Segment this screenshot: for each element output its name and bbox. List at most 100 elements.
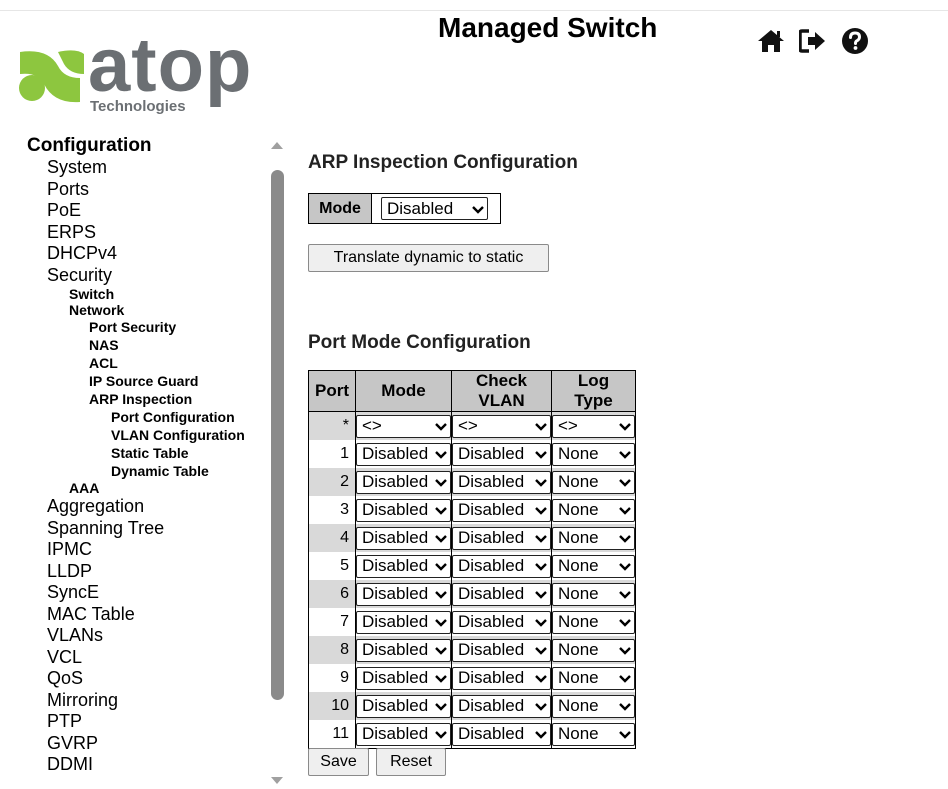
mode-select[interactable]: Disabled (356, 442, 451, 466)
scroll-up-arrow-icon[interactable] (271, 142, 283, 149)
sidebar-item-dynamic-table[interactable]: Dynamic Table (111, 462, 245, 480)
translate-dynamic-to-static-button[interactable]: Translate dynamic to static (308, 244, 549, 272)
sidebar-item-arp-inspection[interactable]: ARP Inspection (89, 390, 245, 408)
wildcard-check-vlan-select[interactable]: <> (452, 414, 551, 438)
sidebar-item-ddmi[interactable]: DDMI (47, 754, 245, 776)
check-vlan-select[interactable]: Disabled (452, 610, 551, 634)
log-type-select[interactable]: None (552, 722, 635, 746)
log-type-select[interactable]: None (552, 610, 635, 634)
help-icon[interactable] (839, 26, 871, 56)
check-vlan-select[interactable]: Disabled (452, 722, 551, 746)
reset-button[interactable]: Reset (376, 748, 446, 776)
sidebar-item-lldp[interactable]: LLDP (47, 561, 245, 583)
mode-select[interactable]: Disabled (381, 197, 488, 220)
sidebar-item-erps[interactable]: ERPS (47, 222, 245, 244)
sidebar-item-ipmc[interactable]: IPMC (47, 539, 245, 561)
logout-icon[interactable] (797, 26, 829, 56)
mode-select[interactable]: Disabled (356, 694, 451, 718)
sidebar-item-network[interactable]: Network (69, 302, 245, 318)
mode-select[interactable]: Disabled (356, 554, 451, 578)
sidebar-item-gvrp[interactable]: GVRP (47, 733, 245, 755)
sidebar-item-dhcpv4[interactable]: DHCPv4 (47, 243, 245, 265)
sidebar-item-qos[interactable]: QoS (47, 668, 245, 690)
mode-select[interactable]: Disabled (356, 498, 451, 522)
sidebar-item-security[interactable]: Security (47, 265, 245, 287)
wildcard-mode-select[interactable]: <> (356, 414, 451, 438)
scroll-down-arrow-icon[interactable] (271, 777, 283, 784)
port-cell: 7 (308, 608, 356, 636)
sidebar-item-spanning-tree[interactable]: Spanning Tree (47, 518, 245, 540)
log-type-select[interactable]: None (552, 582, 635, 606)
mode-select[interactable]: Disabled (356, 582, 451, 606)
chevron-down-icon (619, 556, 631, 576)
chevron-down-icon (619, 612, 631, 632)
home-icon[interactable] (755, 26, 787, 56)
log-type-select[interactable]: None (552, 498, 635, 522)
sidebar-item-ptp[interactable]: PTP (47, 711, 245, 733)
sidebar-item-port-configuration[interactable]: Port Configuration (111, 408, 245, 426)
mode-select[interactable]: Disabled (356, 638, 451, 662)
log-type-select[interactable]: None (552, 666, 635, 690)
sidebar-scrollbar-thumb[interactable] (271, 170, 284, 700)
mode-select-value: Disabled (362, 584, 429, 603)
sidebar-item-aaa[interactable]: AAA (69, 480, 245, 496)
check-vlan-select[interactable]: Disabled (452, 694, 551, 718)
sidebar-item-system[interactable]: System (47, 157, 245, 179)
sidebar-item-port-security[interactable]: Port Security (89, 318, 245, 336)
chevron-down-icon (535, 612, 547, 632)
check-vlan-select-value: Disabled (458, 612, 525, 631)
mode-select[interactable]: Disabled (356, 526, 451, 550)
mode-select[interactable]: Disabled (356, 722, 451, 746)
chevron-down-icon (435, 640, 447, 660)
sidebar-item-ip-source-guard[interactable]: IP Source Guard (89, 372, 245, 390)
sidebar-nav: Configuration System Ports PoE ERPS DHCPv4 Sec… (27, 135, 245, 776)
check-vlan-select[interactable]: Disabled (452, 442, 551, 466)
table-row: 4 Disabled Disabled None (308, 524, 636, 552)
mode-label: Mode (309, 194, 372, 223)
mode-select[interactable]: Disabled (356, 470, 451, 494)
sidebar-item-mirroring[interactable]: Mirroring (47, 690, 245, 712)
sidebar-item-vlans[interactable]: VLANs (47, 625, 245, 647)
table-row: 1 Disabled Disabled None (308, 440, 636, 468)
sidebar-item-ports[interactable]: Ports (47, 179, 245, 201)
sidebar-item-vcl[interactable]: VCL (47, 647, 245, 669)
sidebar-item-vlan-configuration[interactable]: VLAN Configuration (111, 426, 245, 444)
column-header-mode: Mode (355, 370, 452, 412)
wildcard-log-type-select-value: <> (558, 416, 578, 435)
mode-select[interactable]: Disabled (356, 610, 451, 634)
log-type-select-value: None (558, 696, 599, 715)
sidebar-item-acl[interactable]: ACL (89, 354, 245, 372)
check-vlan-select-value: Disabled (458, 668, 525, 687)
log-type-select[interactable]: None (552, 526, 635, 550)
sidebar-item-nas[interactable]: NAS (89, 336, 245, 354)
sidebar-item-static-table[interactable]: Static Table (111, 444, 245, 462)
log-type-select[interactable]: None (552, 554, 635, 578)
check-vlan-select[interactable]: Disabled (452, 470, 551, 494)
check-vlan-select[interactable]: Disabled (452, 526, 551, 550)
chevron-down-icon (435, 416, 447, 436)
mode-select[interactable]: Disabled (356, 666, 451, 690)
log-type-select[interactable]: None (552, 638, 635, 662)
sidebar-item-aggregation[interactable]: Aggregation (47, 496, 245, 518)
chevron-down-icon (535, 584, 547, 604)
check-vlan-select[interactable]: Disabled (452, 666, 551, 690)
sidebar-item-mac-table[interactable]: MAC Table (47, 604, 245, 626)
sidebar-item-switch[interactable]: Switch (69, 286, 245, 302)
check-vlan-select[interactable]: Disabled (452, 638, 551, 662)
sidebar-item-synce[interactable]: SyncE (47, 582, 245, 604)
port-cell: 5 (308, 552, 356, 580)
check-vlan-select[interactable]: Disabled (452, 582, 551, 606)
log-type-select[interactable]: None (552, 470, 635, 494)
sidebar-item-configuration[interactable]: Configuration (27, 135, 245, 157)
check-vlan-select[interactable]: Disabled (452, 498, 551, 522)
log-type-select[interactable]: None (552, 694, 635, 718)
wildcard-log-type-select[interactable]: <> (552, 414, 635, 438)
check-vlan-select[interactable]: Disabled (452, 554, 551, 578)
sidebar-item-poe[interactable]: PoE (47, 200, 245, 222)
save-button[interactable]: Save (308, 748, 369, 776)
chevron-down-icon (435, 668, 447, 688)
chevron-down-icon (619, 444, 631, 464)
chevron-down-icon (619, 528, 631, 548)
log-type-select[interactable]: None (552, 442, 635, 466)
table-row: 10 Disabled Disabled None (308, 692, 636, 720)
